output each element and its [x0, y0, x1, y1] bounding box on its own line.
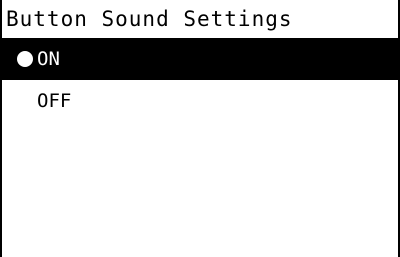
selected-indicator-icon [17, 51, 33, 67]
option-off-label: OFF [37, 90, 72, 112]
option-on-label: ON [37, 48, 60, 70]
page-title: Button Sound Settings [6, 7, 293, 31]
option-off[interactable]: OFF [2, 80, 398, 122]
option-list: ON OFF [2, 38, 398, 122]
settings-screen: Button Sound Settings ON OFF [0, 0, 400, 257]
option-on[interactable]: ON [2, 38, 398, 80]
